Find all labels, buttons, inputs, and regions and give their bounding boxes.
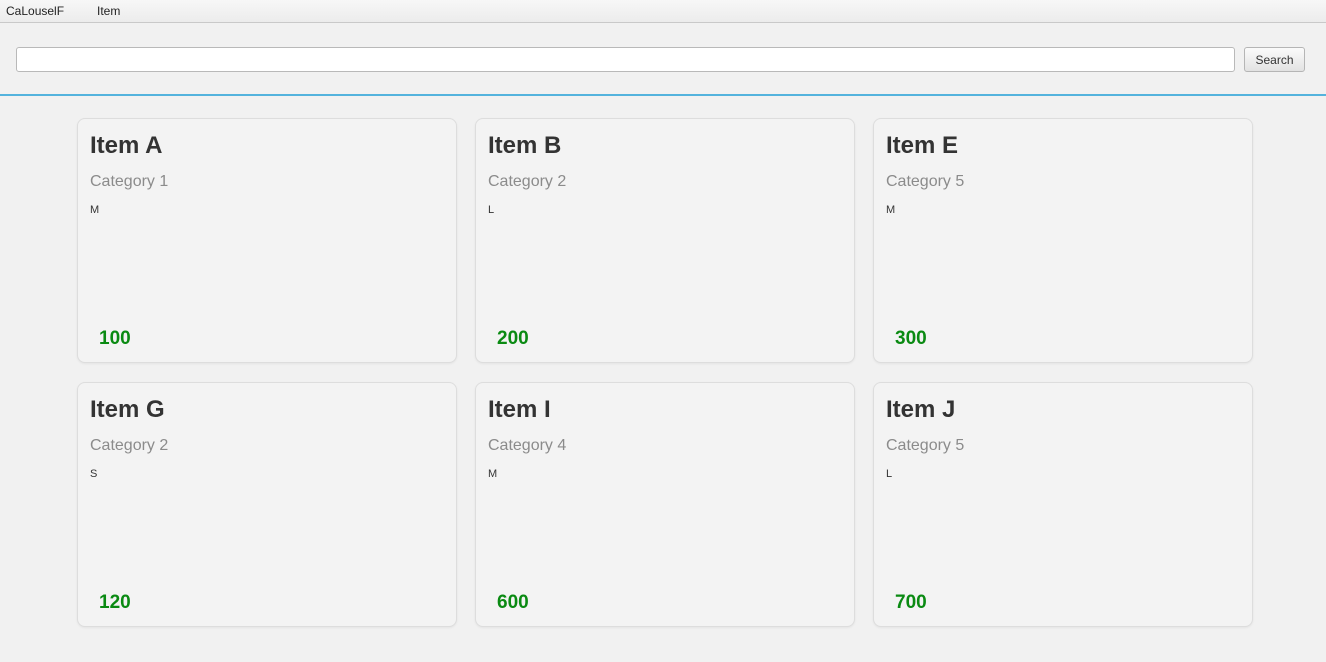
item-size: M [488,468,498,480]
item-price: 600 [497,592,529,613]
item-card[interactable]: Item E Category 5 M 300 [873,118,1253,363]
item-price: 700 [895,592,927,613]
search-input[interactable] [16,47,1235,72]
item-category: Category 2 [488,173,567,190]
item-card[interactable]: Item J Category 5 L 700 [873,382,1253,627]
item-size: L [886,468,893,480]
item-title: Item E [886,132,959,159]
item-title: Item B [488,132,562,159]
menu-item-calouself[interactable]: CaLouselF [6,4,64,18]
menu-bar: CaLouselF Item [0,0,1326,23]
item-price: 100 [99,328,131,349]
item-category: Category 5 [886,437,965,454]
item-category: Category 5 [886,173,965,190]
item-price: 120 [99,592,131,613]
item-price: 300 [895,328,927,349]
item-card[interactable]: Item A Category 1 M 100 [77,118,457,363]
search-button[interactable]: Search [1244,47,1305,72]
menu-item-item[interactable]: Item [97,4,120,18]
item-size: M [90,204,100,216]
item-size: M [886,204,896,216]
search-bar: Search [0,23,1326,95]
item-category: Category 2 [90,437,169,454]
item-title: Item I [488,396,551,423]
item-title: Item J [886,396,956,423]
item-title: Item A [90,132,163,159]
item-card[interactable]: Item G Category 2 S 120 [77,382,457,627]
item-size: S [90,468,98,480]
item-card[interactable]: Item B Category 2 L 200 [475,118,855,363]
header-divider [0,94,1326,96]
item-category: Category 4 [488,437,567,454]
item-category: Category 1 [90,173,169,190]
item-card[interactable]: Item I Category 4 M 600 [475,382,855,627]
item-price: 200 [497,328,529,349]
item-size: L [488,204,495,216]
item-title: Item G [90,396,165,423]
